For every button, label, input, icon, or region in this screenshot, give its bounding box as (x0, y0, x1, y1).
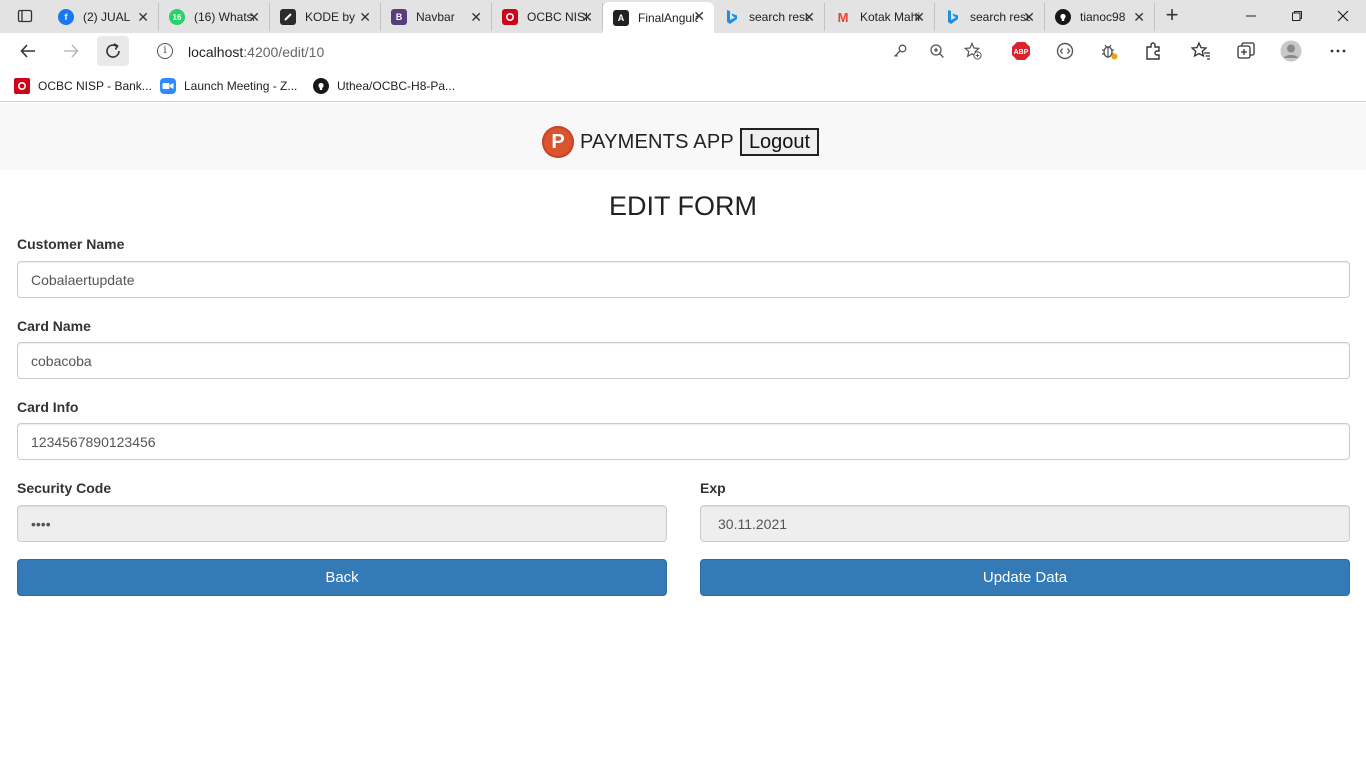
tab-title: (16) WhatsApp (194, 10, 254, 24)
customer-name-input[interactable]: Cobalaertupdate (17, 261, 1350, 298)
gmail-icon: M (837, 9, 849, 25)
bookmark-zoom[interactable]: Launch Meeting - Z... (160, 76, 297, 96)
back-button[interactable]: Back (17, 559, 667, 596)
close-icon[interactable]: ✕ (1133, 10, 1145, 24)
card-info-label: Card Info (17, 399, 79, 415)
tab-strip: f (2) JUAL ✕ 16 (16) WhatsApp ✕ KODE by … (0, 0, 1366, 33)
close-icon[interactable]: ✕ (137, 10, 149, 24)
card-name-label: Card Name (17, 318, 91, 334)
add-favorite-icon[interactable] (963, 41, 983, 61)
info-icon[interactable]: i (157, 43, 173, 59)
extension-dev-icon[interactable] (1054, 40, 1076, 62)
restore-button[interactable] (1274, 0, 1320, 32)
security-code-input[interactable]: •••• (17, 505, 667, 542)
tab-title: FinalAngular (638, 10, 698, 25)
bookmark-github[interactable]: Uthea/OCBC-H8-Pa... (313, 76, 455, 96)
tab-search-1[interactable]: search results ✕ (714, 3, 825, 31)
bookmark-ocbc[interactable]: OCBC NISP - Bank... (14, 76, 152, 96)
facebook-icon: f (58, 9, 74, 25)
tab-facebook[interactable]: f (2) JUAL ✕ (48, 3, 159, 31)
customer-name-label: Customer Name (17, 236, 125, 252)
whatsapp-icon: 16 (169, 9, 185, 25)
payments-logo-icon: P (542, 126, 574, 158)
card-info-input[interactable]: 1234567890123456 (17, 423, 1350, 460)
ocbc-icon (14, 78, 30, 94)
bing-icon (724, 9, 740, 25)
tab-gmail[interactable]: M Kotak Mahindra ✕ (825, 3, 935, 31)
tab-actions-icon[interactable] (8, 5, 42, 27)
brand-title: PAYMENTS APP (580, 130, 734, 153)
tab-title: OCBC NISP (527, 10, 587, 24)
page-title: EDIT FORM (609, 191, 757, 221)
update-data-button[interactable]: Update Data (700, 559, 1350, 596)
key-icon[interactable] (890, 41, 910, 61)
more-menu-icon[interactable] (1327, 40, 1349, 62)
angular-icon: A (613, 9, 629, 26)
tab-kode[interactable]: KODE by ✕ (270, 3, 381, 31)
tab-github[interactable]: tianoc98 ✕ (1045, 3, 1155, 31)
forward-nav-button[interactable] (55, 36, 87, 66)
bootstrap-icon: B (391, 9, 407, 25)
minimize-button[interactable] (1228, 0, 1274, 32)
reload-button[interactable] (97, 36, 129, 66)
browser-toolbar: i localhost:4200/edit/10 ABP (0, 33, 1366, 70)
github-icon (1055, 9, 1071, 25)
url-text[interactable]: localhost:4200/edit/10 (188, 44, 324, 60)
tab-search-2[interactable]: search results ✕ (935, 3, 1045, 31)
github-icon (313, 78, 329, 94)
close-icon[interactable]: ✕ (913, 10, 925, 24)
logout-button[interactable]: Logout (739, 128, 820, 156)
close-icon[interactable]: ✕ (470, 10, 482, 24)
ocbc-icon (502, 9, 518, 25)
exp-input[interactable]: 30.11.2021 (700, 505, 1350, 542)
bug-extension-icon[interactable] (1098, 40, 1120, 62)
close-icon[interactable]: ✕ (693, 9, 705, 23)
close-icon[interactable]: ✕ (1023, 10, 1035, 24)
tab-title: tianoc98 (1080, 10, 1126, 24)
tab-finalangular[interactable]: A FinalAngular ✕ (603, 2, 714, 33)
tab-title: Navbar (416, 10, 455, 24)
profile-avatar-icon[interactable] (1280, 40, 1302, 62)
extensions-icon[interactable] (1142, 40, 1164, 62)
tab-whatsapp[interactable]: 16 (16) WhatsApp ✕ (159, 3, 270, 31)
tab-title: (2) JUAL (83, 10, 131, 24)
card-name-input[interactable]: cobacoba (17, 342, 1350, 379)
bookmark-label: Uthea/OCBC-H8-Pa... (337, 79, 456, 93)
bookmark-label: Launch Meeting - Z... (184, 79, 298, 93)
new-tab-button[interactable]: + (1162, 4, 1182, 27)
tab-bootstrap[interactable]: B Navbar ✕ (381, 3, 492, 31)
favorites-icon[interactable] (1190, 40, 1212, 62)
tab-title: Kotak Mahindra (860, 10, 920, 24)
bookmark-label: OCBC NISP - Bank... (38, 79, 152, 93)
close-icon[interactable]: ✕ (359, 10, 371, 24)
collections-icon[interactable] (1235, 40, 1257, 62)
back-nav-button[interactable] (12, 36, 44, 66)
bing-icon (945, 9, 961, 25)
app-navbar: P PAYMENTS APP Logout (0, 103, 1366, 170)
bookmarks-bar: OCBC NISP - Bank... Launch Meeting - Z..… (0, 70, 1366, 102)
close-icon[interactable]: ✕ (803, 10, 815, 24)
tab-title: search results (970, 10, 1030, 24)
exp-label: Exp (700, 480, 726, 496)
close-icon[interactable]: ✕ (248, 10, 260, 24)
close-icon[interactable]: ✕ (581, 10, 593, 24)
close-window-button[interactable] (1320, 0, 1366, 32)
adblock-icon[interactable]: ABP (1010, 40, 1032, 62)
security-code-label: Security Code (17, 480, 112, 496)
zoom-icon (160, 78, 176, 94)
tab-title: KODE by (305, 10, 356, 24)
address-bar[interactable]: i localhost:4200/edit/10 (144, 35, 993, 67)
page-content: P PAYMENTS APP Logout EDIT FORM Customer… (0, 103, 1366, 768)
brand: P PAYMENTS APP Logout (542, 126, 820, 158)
tab-title: search results (749, 10, 809, 24)
svg-text:ABP: ABP (1014, 49, 1029, 56)
tab-ocbc[interactable]: OCBC NISP ✕ (492, 3, 603, 31)
kode-icon (280, 9, 296, 25)
zoom-icon[interactable] (927, 41, 947, 61)
